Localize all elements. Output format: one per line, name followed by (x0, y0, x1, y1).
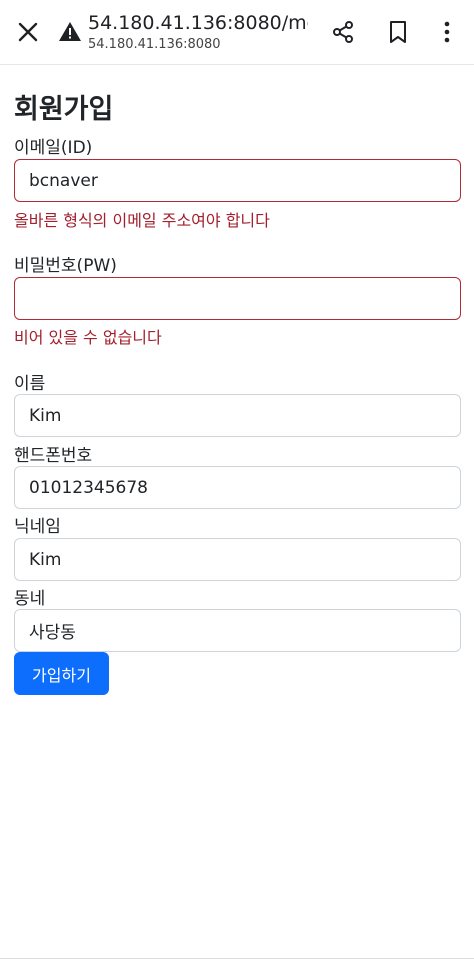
bookmark-button[interactable] (378, 12, 418, 52)
warning-icon[interactable] (58, 20, 82, 44)
name-field[interactable]: Kim (14, 394, 461, 437)
password-label: 비밀번호(PW) (14, 256, 117, 276)
phone-label: 핸드폰번호 (14, 446, 93, 466)
page-title: 회원가입 (14, 94, 114, 125)
bottom-divider (0, 958, 474, 959)
name-label: 이름 (14, 374, 46, 394)
signup-button[interactable]: 가입하기 (14, 652, 109, 695)
more-vert-icon (444, 21, 450, 43)
share-button[interactable] (323, 12, 363, 52)
browser-toolbar: 54.180.41.136:8080/me... 54.180.41.136:8… (0, 0, 474, 65)
close-icon (18, 22, 38, 42)
nickname-field[interactable]: Kim (14, 538, 461, 581)
share-icon (333, 21, 353, 43)
url-host[interactable]: 54.180.41.136:8080 (88, 37, 221, 52)
town-label: 동네 (14, 589, 46, 609)
more-menu-button[interactable] (427, 12, 467, 52)
email-label: 이메일(ID) (14, 138, 93, 158)
password-field[interactable] (14, 277, 461, 320)
email-field[interactable]: bcnaver (14, 159, 461, 202)
email-error: 올바른 형식의 이메일 주소여야 합니다 (14, 211, 270, 230)
password-error: 비어 있을 수 없습니다 (14, 328, 162, 347)
nickname-label: 닉네임 (14, 517, 61, 537)
close-button[interactable] (8, 12, 48, 52)
town-field[interactable]: 사당동 (14, 609, 461, 652)
phone-field[interactable]: 01012345678 (14, 466, 461, 509)
url-text[interactable]: 54.180.41.136:8080/me... (88, 12, 308, 34)
bookmark-icon (390, 21, 406, 43)
